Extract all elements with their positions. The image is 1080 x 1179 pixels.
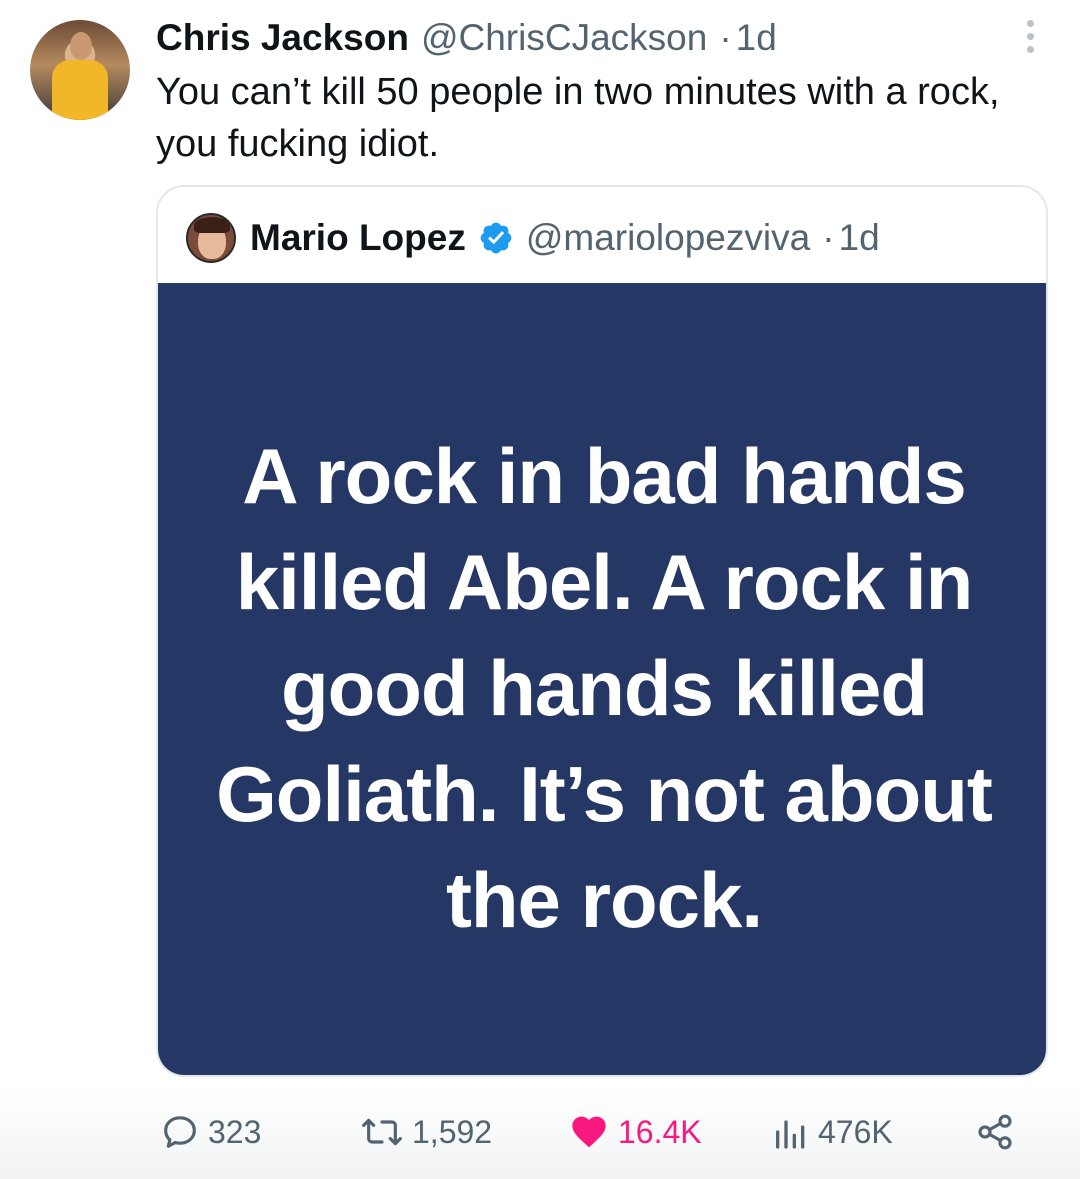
quoted-tweet-card[interactable]: Mario Lopez @mariolopezviva · 1d A rock … <box>156 185 1048 1077</box>
quoted-separator-dot: · <box>822 217 835 258</box>
tweet-text: You can’t kill 50 people in two minutes … <box>156 71 1000 165</box>
retweet-icon <box>362 1118 402 1146</box>
verified-badge-icon <box>480 222 512 254</box>
tweet-header: Chris Jackson @ChrisCJackson · 1d <box>156 14 777 62</box>
separator-dot: · <box>719 17 732 58</box>
share-icon <box>978 1114 1012 1150</box>
quoted-tweet-time: 1d <box>838 217 880 258</box>
quoted-tweet-header: Mario Lopez @mariolopezviva · 1d <box>186 209 880 267</box>
tweet-time[interactable]: 1d <box>736 17 777 59</box>
action-bar: 323 1,592 16.4K 476K <box>0 1090 1080 1179</box>
views-count: 476K <box>818 1113 893 1150</box>
reply-icon <box>164 1116 196 1148</box>
author-handle[interactable]: @ChrisCJackson <box>421 17 707 59</box>
quoted-image-text: A rock in bad hands killed Abel. A rock … <box>216 432 993 944</box>
quoted-author-name: Mario Lopez <box>250 217 466 258</box>
avatar-head <box>70 32 92 60</box>
quoted-author-avatar <box>186 213 236 263</box>
author-name[interactable]: Chris Jackson <box>156 17 409 59</box>
share-button[interactable] <box>974 1110 1016 1154</box>
more-options-icon[interactable] <box>1012 16 1048 56</box>
avatar-shirt <box>52 60 108 120</box>
quoted-image[interactable]: A rock in bad hands killed Abel. A rock … <box>158 283 1046 1075</box>
reply-button[interactable]: 323 <box>160 1110 261 1154</box>
views-button[interactable]: 476K <box>772 1110 893 1154</box>
heart-icon <box>572 1116 606 1148</box>
author-avatar[interactable] <box>30 20 130 120</box>
tweet: Chris Jackson @ChrisCJackson · 1d You ca… <box>0 0 1080 1179</box>
retweet-count: 1,592 <box>412 1113 493 1150</box>
retweet-button[interactable]: 1,592 <box>360 1110 492 1154</box>
like-button[interactable]: 16.4K <box>568 1110 702 1154</box>
reply-count: 323 <box>208 1113 262 1150</box>
like-count: 16.4K <box>618 1113 702 1150</box>
views-icon <box>776 1120 805 1149</box>
quoted-author-handle: @mariolopezviva <box>525 217 811 258</box>
